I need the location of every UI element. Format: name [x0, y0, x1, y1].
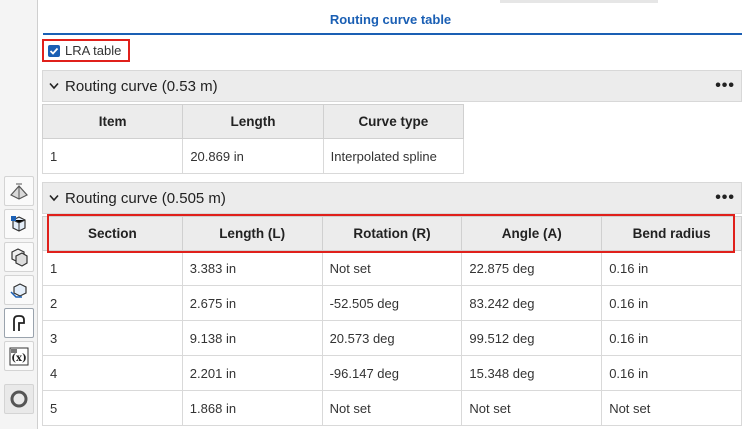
table-row: 2 2.675 in -52.505 deg 83.242 deg 0.16 i… [42, 285, 742, 321]
table-cell: -52.505 deg [321, 285, 463, 321]
top-scroll-indicator [500, 0, 658, 3]
table-cell: Interpolated spline [322, 138, 465, 174]
table-row: 5 1.868 in Not set Not set Not set [42, 390, 742, 426]
table-cell: 20.869 in [182, 138, 324, 174]
table-cell: 3.383 in [181, 250, 323, 286]
main-panel: Routing curve table LRA table Routing cu… [38, 4, 744, 429]
table-cell: Not set [321, 250, 463, 286]
svg-text:(x): (x) [11, 353, 26, 364]
routing-curve-table-1: Item Length Curve type 1 20.869 in Inter… [41, 104, 465, 174]
chevron-down-icon[interactable] [49, 194, 65, 202]
table-header-row: Section Length (L) Rotation (R) Angle (A… [42, 216, 742, 251]
chevron-down-icon[interactable] [49, 82, 65, 90]
more-options-icon[interactable]: ••• [715, 77, 735, 95]
table-cell: Not set [321, 390, 463, 426]
table-cell: 0.16 in [601, 250, 742, 286]
table-row: 1 3.383 in Not set 22.875 deg 0.16 in [42, 250, 742, 286]
table-cell: 1.868 in [181, 390, 323, 426]
section-header-2[interactable]: Routing curve (0.505 m) ••• [42, 182, 742, 214]
table-cell: 22.875 deg [461, 250, 603, 286]
column-header: Rotation (R) [321, 216, 463, 251]
table-cell: Not set [461, 390, 603, 426]
lra-table-toggle[interactable]: LRA table [42, 39, 130, 62]
column-header: Section [42, 216, 183, 251]
table-cell: 20.573 deg [321, 320, 463, 356]
section-title: Routing curve (0.53 m) [65, 77, 218, 95]
derived-icon[interactable] [4, 275, 34, 305]
table-cell: 0.16 in [601, 285, 742, 321]
column-header: Item [41, 104, 184, 139]
column-header: Bend radius [601, 216, 742, 251]
table-cell: 2.201 in [181, 355, 323, 391]
routing-curve-table-2: Section Length (L) Rotation (R) Angle (A… [42, 216, 742, 426]
table-cell: 1 [42, 250, 183, 286]
table-cell: 2 [42, 285, 183, 321]
table-cell: 83.242 deg [461, 285, 603, 321]
table-cell: 0.16 in [601, 355, 742, 391]
lra-table-label: LRA table [65, 43, 122, 58]
table-header-row: Item Length Curve type [41, 104, 465, 139]
section-header-1[interactable]: Routing curve (0.53 m) ••• [42, 70, 742, 102]
table-cell: 2.675 in [181, 285, 323, 321]
column-header: Curve type [322, 104, 465, 139]
table-cell: -96.147 deg [321, 355, 463, 391]
table-cell: 4 [42, 355, 183, 391]
table-cell: 9.138 in [181, 320, 323, 356]
variable-icon[interactable]: (x) [4, 341, 34, 371]
table-cell: 15.348 deg [461, 355, 603, 391]
table-cell: 0.16 in [601, 320, 742, 356]
table-cell: 1 [41, 138, 184, 174]
title-underline [43, 33, 742, 35]
lra-checkbox[interactable] [48, 44, 60, 57]
more-options-icon[interactable]: ••• [715, 189, 735, 207]
table-row: 1 20.869 in Interpolated spline [41, 138, 465, 174]
section-title: Routing curve (0.505 m) [65, 189, 226, 207]
table-cell: 5 [42, 390, 183, 426]
sheet-metal-icon[interactable] [4, 176, 34, 206]
left-toolbar: (x) [0, 0, 38, 429]
column-header: Angle (A) [461, 216, 603, 251]
table-cell: 3 [42, 320, 183, 356]
circle-icon[interactable] [4, 384, 34, 414]
table-cell: 99.512 deg [461, 320, 603, 356]
table-cell: Not set [601, 390, 742, 426]
part-studio-icon[interactable] [4, 209, 34, 239]
column-header: Length [182, 104, 324, 139]
table-row: 4 2.201 in -96.147 deg 15.348 deg 0.16 i… [42, 355, 742, 391]
assembly-icon[interactable] [4, 242, 34, 272]
column-header: Length (L) [181, 216, 323, 251]
table-row: 3 9.138 in 20.573 deg 99.512 deg 0.16 in [42, 320, 742, 356]
routing-curve-icon[interactable] [4, 308, 34, 338]
